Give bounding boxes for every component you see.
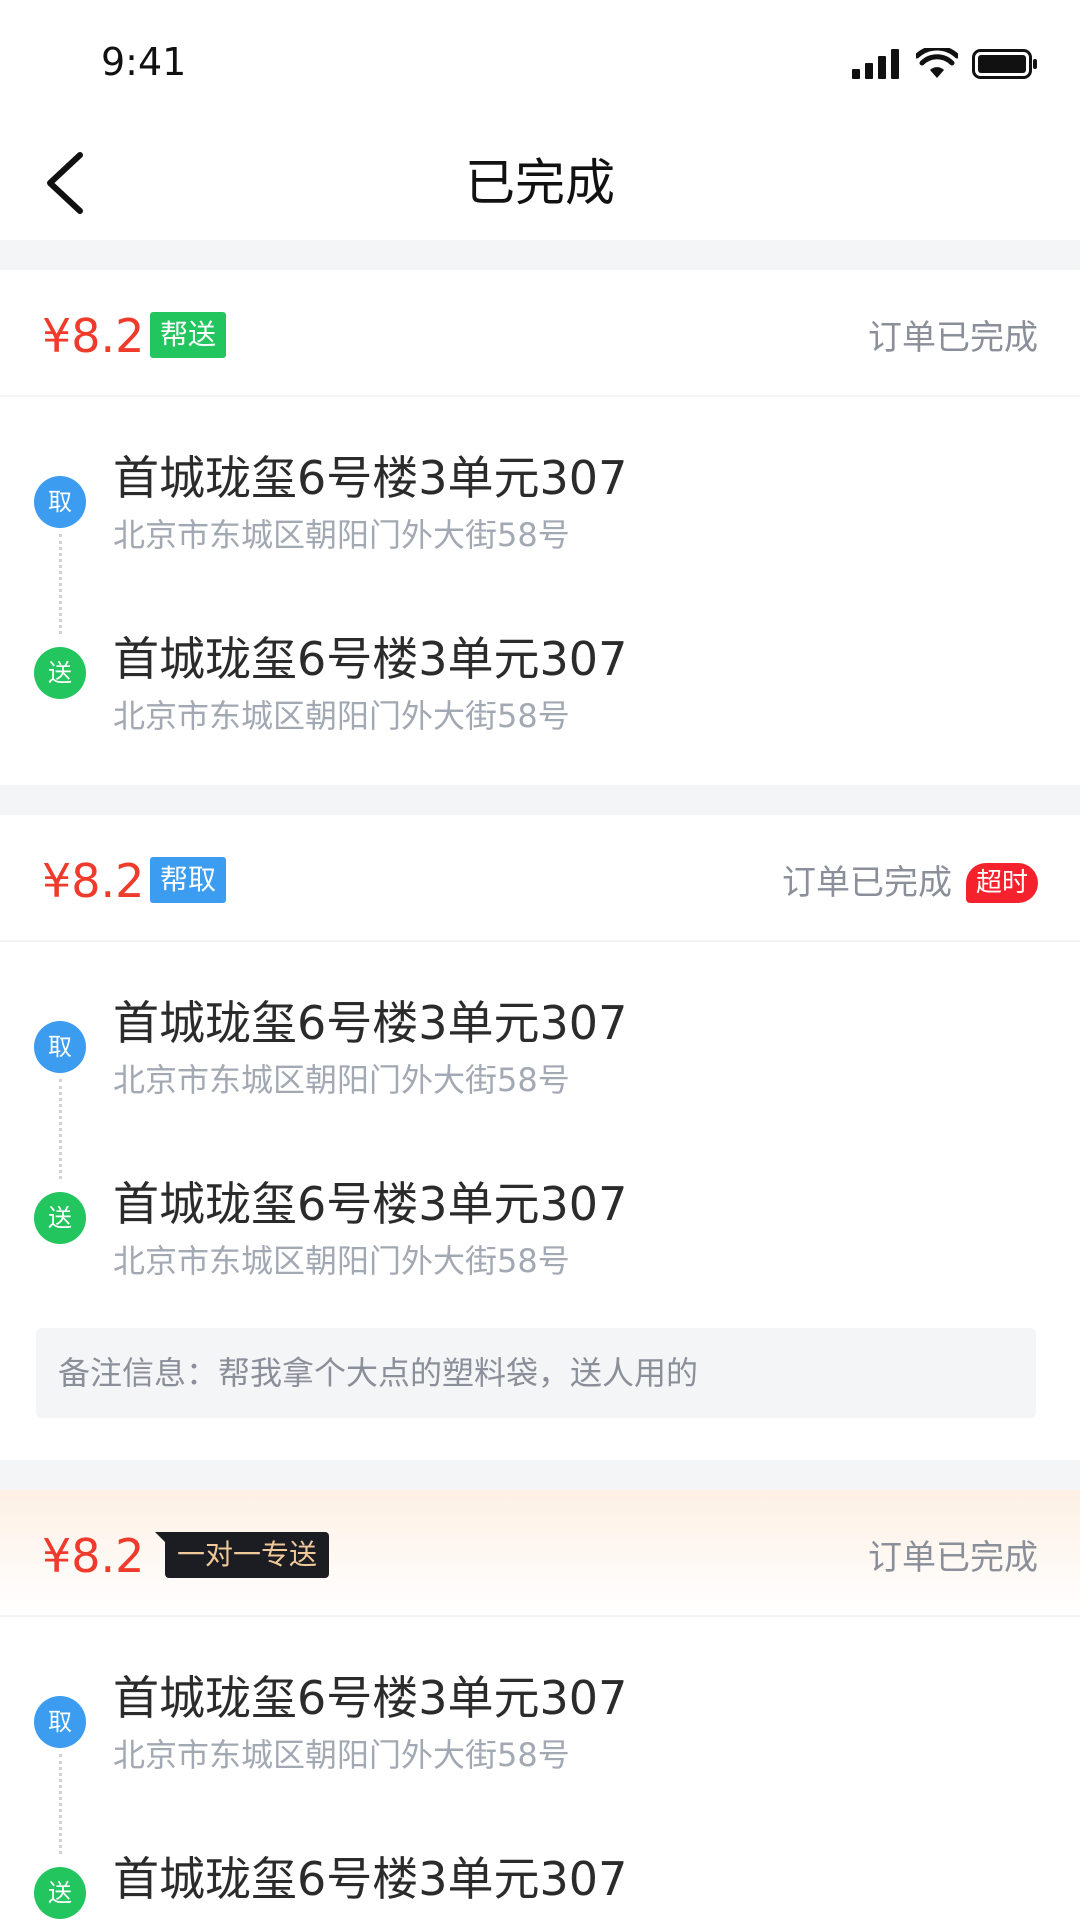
battery-icon [972,49,1037,79]
order-price: ¥8.2 [42,854,145,908]
route-connector [59,534,62,634]
pickup-badge-icon: 取 [34,1021,86,1073]
pickup-title: 首城珑玺6号楼3单元307 [113,451,628,505]
delivery-badge-icon: 送 [34,1192,86,1244]
order-status: 订单已完成 超时 [782,859,1038,907]
delivery-address: 北京市东城区朝阳门外大街58号 [113,697,570,735]
delivery-address: 北京市东城区朝阳门外大街58号 [113,1242,570,1280]
delivery-title: 首城珑玺6号楼3单元307 [113,1852,628,1906]
page-title: 已完成 [465,154,615,212]
pickup-address: 北京市东城区朝阳门外大街58号 [113,516,570,554]
pickup-title: 首城珑玺6号楼3单元307 [113,1671,628,1725]
overtime-badge: 超时 [965,863,1038,903]
route-connector [59,1754,62,1854]
nav-bar: 已完成 [0,125,1080,240]
order-status-text: 订单已完成 [781,863,952,903]
order-price: ¥8.2 [42,309,145,363]
order-remark: 备注信息：帮我拿个大点的塑料袋，送人用的 [36,1328,1036,1418]
delivery-title: 首城珑玺6号楼3单元307 [113,632,628,686]
order-price: ¥8.2 [42,1529,145,1583]
order-type-tag: 帮送 [150,312,227,358]
pickup-badge-icon: 取 [34,1696,86,1748]
order-status: 订单已完成 [868,314,1038,362]
pickup-address: 北京市东城区朝阳门外大街58号 [113,1736,570,1774]
order-card[interactable]: ¥8.2 帮取 订单已完成 超时 取 送 首城珑玺6号楼3单元307 北京市东城… [0,815,1080,1460]
order-card-header: ¥8.2 帮取 订单已完成 超时 [0,815,1080,942]
order-card[interactable]: ¥8.2 一对一专送 订单已完成 取 送 首城珑玺6号楼3单元307 北京市东城… [0,1490,1080,1920]
pickup-address: 北京市东城区朝阳门外大街58号 [113,1061,570,1099]
pickup-title: 首城珑玺6号楼3单元307 [113,996,628,1050]
order-type-tag: 帮取 [150,857,227,903]
signal-icon [852,49,899,79]
order-status-text: 订单已完成 [868,1538,1038,1578]
order-status: 订单已完成 [868,1534,1038,1582]
order-card-header: ¥8.2 帮送 订单已完成 [0,270,1080,397]
status-bar: 9:41 [0,0,1080,125]
order-type-tag: 一对一专送 [154,1532,330,1578]
pickup-badge-icon: 取 [34,476,86,528]
wifi-icon [916,48,958,78]
status-icons [852,48,1038,80]
status-time: 9:41 [101,40,187,84]
route-connector [59,1079,62,1179]
delivery-title: 首城珑玺6号楼3单元307 [113,1177,628,1231]
order-status-text: 订单已完成 [868,318,1038,358]
order-card-header: ¥8.2 一对一专送 订单已完成 [0,1490,1080,1617]
delivery-badge-icon: 送 [34,1867,86,1919]
delivery-badge-icon: 送 [34,647,86,699]
order-card[interactable]: ¥8.2 帮送 订单已完成 取 送 首城珑玺6号楼3单元307 北京市东城区朝阳… [0,270,1080,785]
